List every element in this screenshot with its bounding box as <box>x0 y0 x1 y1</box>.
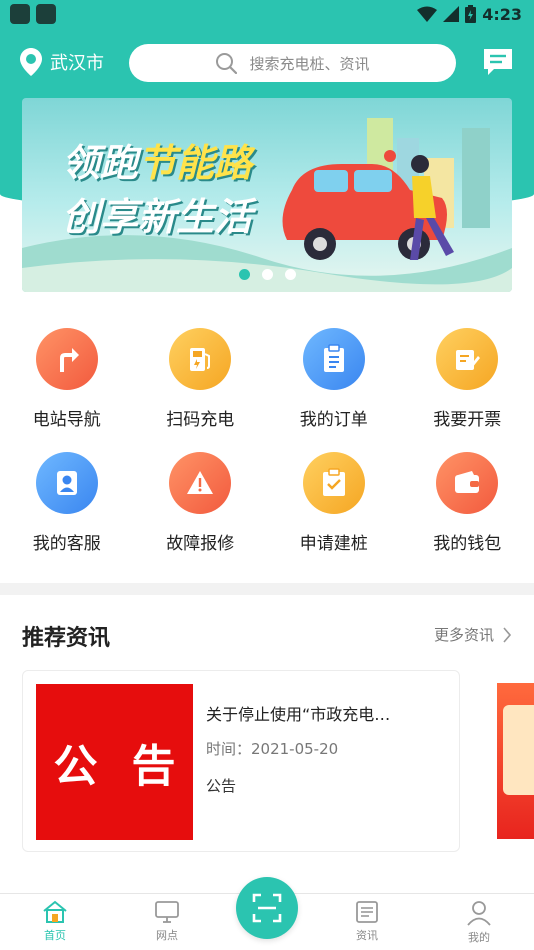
clipboard-icon <box>302 328 365 390</box>
function-grid: 电站导航 扫码充电 我的订单 我要开票 我的客服 故障报修 申请建桩 我的钱包 <box>0 328 534 576</box>
message-icon <box>484 49 512 75</box>
tab-label: 首页 <box>44 929 66 942</box>
more-news-link[interactable]: 更多资讯 <box>434 624 512 645</box>
status-bar: 4:23 <box>0 0 534 30</box>
scan-button[interactable] <box>236 877 298 939</box>
tab-profile[interactable]: 我的 <box>439 900 519 945</box>
message-button[interactable] <box>482 46 514 82</box>
carousel-dot[interactable] <box>238 269 250 280</box>
carousel-dot[interactable] <box>284 269 296 280</box>
application-check-icon <box>302 452 365 514</box>
grid-item-station-navigation[interactable]: 电站导航 <box>0 328 134 452</box>
search-icon <box>216 53 238 74</box>
grid-item-fault-report[interactable]: 故障报修 <box>134 452 268 576</box>
location-selector[interactable]: 武汉市 <box>20 48 104 76</box>
news-icon <box>356 901 378 923</box>
tab-label: 我的 <box>468 931 490 944</box>
user-icon <box>467 901 491 926</box>
more-news-label: 更多资讯 <box>433 626 494 644</box>
fuel-pump-icon <box>169 328 232 390</box>
monitor-icon <box>155 901 179 923</box>
grid-item-label: 我要开票 <box>433 410 502 430</box>
news-card[interactable]: 公 告 关于停止使用“市政充电… 时间：2021-05-20 公告 <box>22 670 460 852</box>
thumbnail-char: 告 <box>131 741 176 792</box>
grid-item-label: 电站导航 <box>32 410 101 430</box>
warning-icon <box>169 452 232 514</box>
scan-icon <box>252 893 282 923</box>
grid-item-label: 申请建桩 <box>299 534 368 554</box>
carousel-indicator <box>22 269 512 280</box>
grid-item-invoice[interactable]: 我要开票 <box>401 328 534 452</box>
promo-banner[interactable]: 领跑节能路 创享新生活 <box>22 98 512 292</box>
grid-item-label: 故障报修 <box>166 534 235 554</box>
news-category: 公告 <box>206 777 237 795</box>
grid-item-label: 扫码充电 <box>166 410 235 430</box>
wallet-icon <box>436 452 499 514</box>
news-section-title: 推荐资讯 <box>22 626 111 651</box>
location-pin-icon <box>20 48 42 76</box>
clock: 4:23 <box>482 4 522 24</box>
grid-item-apply-pile[interactable]: 申请建桩 <box>267 452 401 576</box>
grid-item-label: 我的客服 <box>32 534 101 554</box>
news-title: 关于停止使用“市政充电… <box>206 705 391 724</box>
grid-item-my-orders[interactable]: 我的订单 <box>267 328 401 452</box>
notification-icon <box>36 4 56 24</box>
customer-service-icon <box>35 452 98 514</box>
search-input[interactable]: 搜索充电桩、资讯 <box>129 44 456 82</box>
city-label: 武汉市 <box>50 53 104 74</box>
tab-news[interactable]: 资讯 <box>327 900 407 943</box>
grid-item-customer-service[interactable]: 我的客服 <box>0 452 134 576</box>
tab-home[interactable]: 首页 <box>15 900 95 943</box>
news-date: 时间：2021-05-20 <box>206 740 339 758</box>
top-bar: 武汉市 搜索充电桩、资讯 <box>0 42 534 84</box>
grid-item-label: 我的钱包 <box>433 534 502 554</box>
banner-headline-1b: 节能路 <box>138 141 253 185</box>
tab-stations[interactable]: 网点 <box>127 900 207 943</box>
battery-icon <box>465 5 477 23</box>
navigation-turn-icon <box>35 328 98 390</box>
news-thumbnail: 公 告 <box>36 684 193 840</box>
chevron-right-icon <box>503 626 512 643</box>
banner-headline-2: 创享新生活 <box>62 195 253 239</box>
grid-item-scan-charge[interactable]: 扫码充电 <box>134 328 268 452</box>
wifi-icon <box>417 6 438 22</box>
banner-headline-1a: 领跑 <box>62 141 139 185</box>
carousel-dot[interactable] <box>261 269 273 280</box>
grid-item-label: 我的订单 <box>299 410 368 430</box>
thumbnail-char: 公 <box>53 741 98 792</box>
grid-item-wallet[interactable]: 我的钱包 <box>401 452 534 576</box>
banner-headline-1: 领跑节能路 <box>62 132 252 187</box>
section-divider <box>0 583 534 595</box>
notification-icon <box>10 4 30 24</box>
tab-label: 资讯 <box>356 929 378 942</box>
tab-label: 网点 <box>156 929 178 942</box>
next-news-thumbnail <box>503 705 534 795</box>
search-placeholder: 搜索充电桩、资讯 <box>249 54 370 73</box>
home-icon <box>43 900 67 923</box>
invoice-edit-icon <box>436 328 499 390</box>
next-news-card-peek[interactable] <box>497 683 534 839</box>
signal-icon <box>443 6 460 22</box>
